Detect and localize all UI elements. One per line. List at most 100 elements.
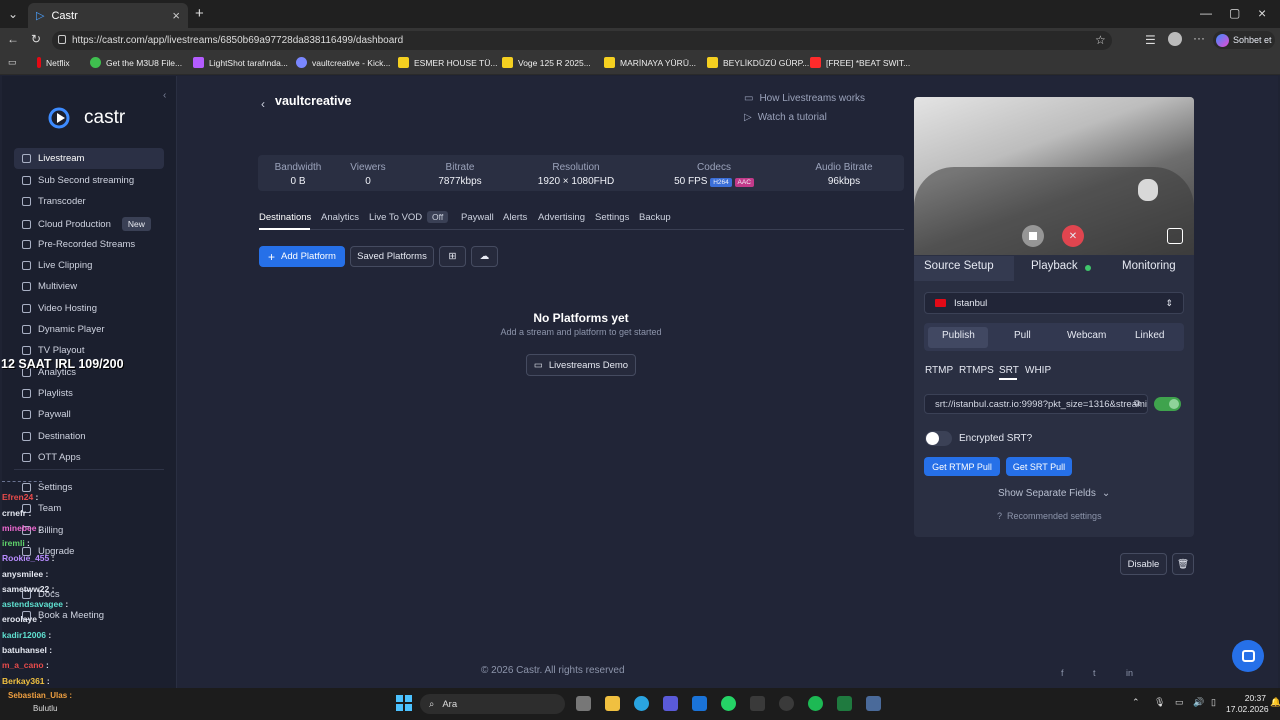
saved-platforms-button[interactable]: Saved Platforms [350, 246, 434, 267]
protocol-rtmp[interactable]: RTMP [925, 365, 953, 376]
app-icon[interactable] [866, 696, 881, 711]
get-rtmp-pull-button[interactable]: Get RTMP Pull [924, 457, 1000, 476]
edge-icon[interactable] [634, 696, 649, 711]
bookmark-voge[interactable]: Voge 125 R 2025... [502, 57, 591, 68]
tab-analytics[interactable]: Analytics [321, 212, 359, 223]
srt-url-field[interactable]: srt://istanbul.castr.io:9998?pkt_size=13… [924, 394, 1148, 414]
whatsapp-icon[interactable] [721, 696, 736, 711]
sidebar-item-ott-apps[interactable]: OTT Apps [22, 452, 81, 463]
file-explorer-icon[interactable] [605, 696, 620, 711]
bookmark-kick[interactable]: vaultcreative - Kick... [296, 57, 390, 68]
volume-icon[interactable]: 🔊 [1193, 697, 1204, 708]
battery-icon[interactable]: ▯ [1211, 697, 1216, 708]
sidebar-item-livestream[interactable]: Livestream [22, 153, 84, 164]
watch-tutorial-link[interactable]: ▷ Watch a tutorial [744, 112, 827, 123]
show-separate-fields[interactable]: Show Separate Fields ⌄ [998, 488, 1110, 499]
profile-avatar[interactable] [1168, 32, 1182, 46]
tab-list-icon[interactable]: ⌄ [8, 7, 18, 21]
sidebar-item-sub-second[interactable]: Sub Second streaming [22, 175, 134, 186]
sidebar-item-live-clipping[interactable]: Live Clipping [22, 260, 92, 271]
app-icon[interactable] [750, 696, 765, 711]
site-info-icon[interactable] [58, 35, 66, 44]
tab-settings[interactable]: Settings [595, 212, 629, 223]
address-bar[interactable]: https://castr.com/app/livestreams/6850b6… [52, 31, 1112, 50]
url-toggle[interactable] [1154, 397, 1181, 411]
mail-icon[interactable] [692, 696, 707, 711]
new-tab-icon[interactable]: + [195, 5, 204, 22]
mode-linked[interactable]: Linked [1135, 330, 1164, 341]
bookmark-marina[interactable]: MARİNAYA YÜRÜ... [604, 57, 696, 68]
more-menu-icon[interactable]: ··· [1193, 31, 1205, 45]
minimize-icon[interactable]: — [1200, 6, 1212, 20]
taskbar-search[interactable]: ⌕ Ara [420, 694, 565, 714]
get-srt-pull-button[interactable]: Get SRT Pull [1006, 457, 1072, 476]
tab-advertising[interactable]: Advertising [538, 212, 585, 223]
sidebar-item-destination[interactable]: Destination [22, 431, 86, 442]
castr-logo[interactable]: castr [48, 106, 125, 130]
notification-bell-icon[interactable]: 🔔 [1270, 697, 1280, 708]
mute-button[interactable]: ✕ [1062, 225, 1084, 247]
excel-icon[interactable] [837, 696, 852, 711]
chat-support-button[interactable] [1232, 640, 1264, 672]
sidebar-item-transcoder[interactable]: Transcoder [22, 196, 86, 207]
protocol-whip[interactable]: WHIP [1025, 365, 1051, 376]
sidebar-item-tv-playout[interactable]: TV Playout [22, 345, 84, 356]
sidebar-item-dynamic-player[interactable]: Dynamic Player [22, 324, 105, 335]
maximize-icon[interactable]: ▢ [1229, 6, 1240, 20]
weather-label[interactable]: Bulutlu [33, 704, 57, 713]
livestreams-demo-button[interactable]: ▭ Livestreams Demo [526, 354, 636, 376]
protocol-srt[interactable]: SRT [999, 365, 1019, 376]
favorites-icon[interactable]: ☰ [1145, 33, 1156, 47]
sidebar-item-cloud-production[interactable]: Cloud Production New [22, 217, 151, 231]
tab-paywall[interactable]: Paywall [461, 212, 494, 223]
bookmark-netflix[interactable]: Netflix [37, 57, 70, 68]
mode-pull[interactable]: Pull [1014, 330, 1031, 341]
disable-button[interactable]: Disable [1120, 553, 1167, 575]
tab-destinations[interactable]: Destinations [259, 212, 311, 223]
windows-start-icon[interactable] [396, 695, 412, 711]
video-preview[interactable] [914, 97, 1194, 255]
tab-live-to-vod[interactable]: Live To VOD [369, 212, 422, 223]
tab-monitoring[interactable]: Monitoring [1122, 260, 1176, 272]
tray-chevron-icon[interactable]: ⌃ [1132, 697, 1140, 708]
collapse-sidebar-icon[interactable]: ‹ [163, 90, 166, 101]
sidebar-item-video-hosting[interactable]: Video Hosting [22, 303, 97, 314]
favorite-star-icon[interactable]: ☆ [1095, 33, 1106, 47]
network-icon[interactable]: ▭ [1175, 697, 1184, 708]
tab-backup[interactable]: Backup [639, 212, 671, 223]
spotify-icon[interactable] [808, 696, 823, 711]
clock[interactable]: 20:37 17.02.2026 [1226, 693, 1269, 715]
back-icon[interactable]: ← [7, 32, 19, 46]
bookmark-beylikduzu[interactable]: BEYLİKDÜZÜ GÜRP... [707, 57, 809, 68]
tab-source-setup[interactable]: Source Setup [924, 260, 994, 272]
how-livestreams-link[interactable]: ▭ How Livestreams works [744, 93, 865, 104]
obs-icon[interactable] [779, 696, 794, 711]
add-platform-button[interactable]: + Add Platform [259, 246, 345, 267]
sidebar-item-multiview[interactable]: Multiview [22, 281, 77, 292]
tab-playback[interactable]: Playback [1031, 260, 1078, 272]
browser-tab[interactable]: ▷ Castr × [28, 3, 188, 28]
bookmark-beat[interactable]: [FREE] *BEAT SWIT... [810, 57, 910, 68]
grid-view-button[interactable]: ⊞ [439, 246, 466, 267]
copy-icon[interactable]: ⧉ [1134, 398, 1140, 409]
mode-publish[interactable]: Publish [942, 330, 975, 341]
encrypted-srt-toggle[interactable] [925, 431, 952, 446]
bookmark-m3u8[interactable]: Get the M3U8 File... [90, 57, 182, 68]
mic-icon[interactable]: 🎙 [1154, 697, 1165, 708]
platform-settings-button[interactable]: ☁ [471, 246, 498, 267]
facebook-icon[interactable]: f [1061, 668, 1064, 678]
sidebar-item-pre-recorded[interactable]: Pre-Recorded Streams [22, 239, 135, 250]
tab-alerts[interactable]: Alerts [503, 212, 527, 223]
bookmark-folder-icon[interactable]: ▭ [8, 57, 17, 68]
bookmark-esmer[interactable]: ESMER HOUSE TÜ... [398, 57, 497, 68]
copilot-button[interactable]: Sohbet et [1213, 31, 1275, 49]
sidebar-item-paywall[interactable]: Paywall [22, 409, 71, 420]
stop-button[interactable] [1022, 225, 1044, 247]
task-view-icon[interactable] [576, 696, 591, 711]
recommended-settings-link[interactable]: ? Recommended settings [997, 511, 1102, 521]
back-chevron-icon[interactable]: ‹ [261, 97, 265, 111]
region-select[interactable]: Istanbul ⇕ [924, 292, 1184, 314]
close-tab-icon[interactable]: × [172, 8, 180, 23]
store-icon[interactable] [663, 696, 678, 711]
bookmark-lightshot[interactable]: LightShot tarafında... [193, 57, 288, 68]
